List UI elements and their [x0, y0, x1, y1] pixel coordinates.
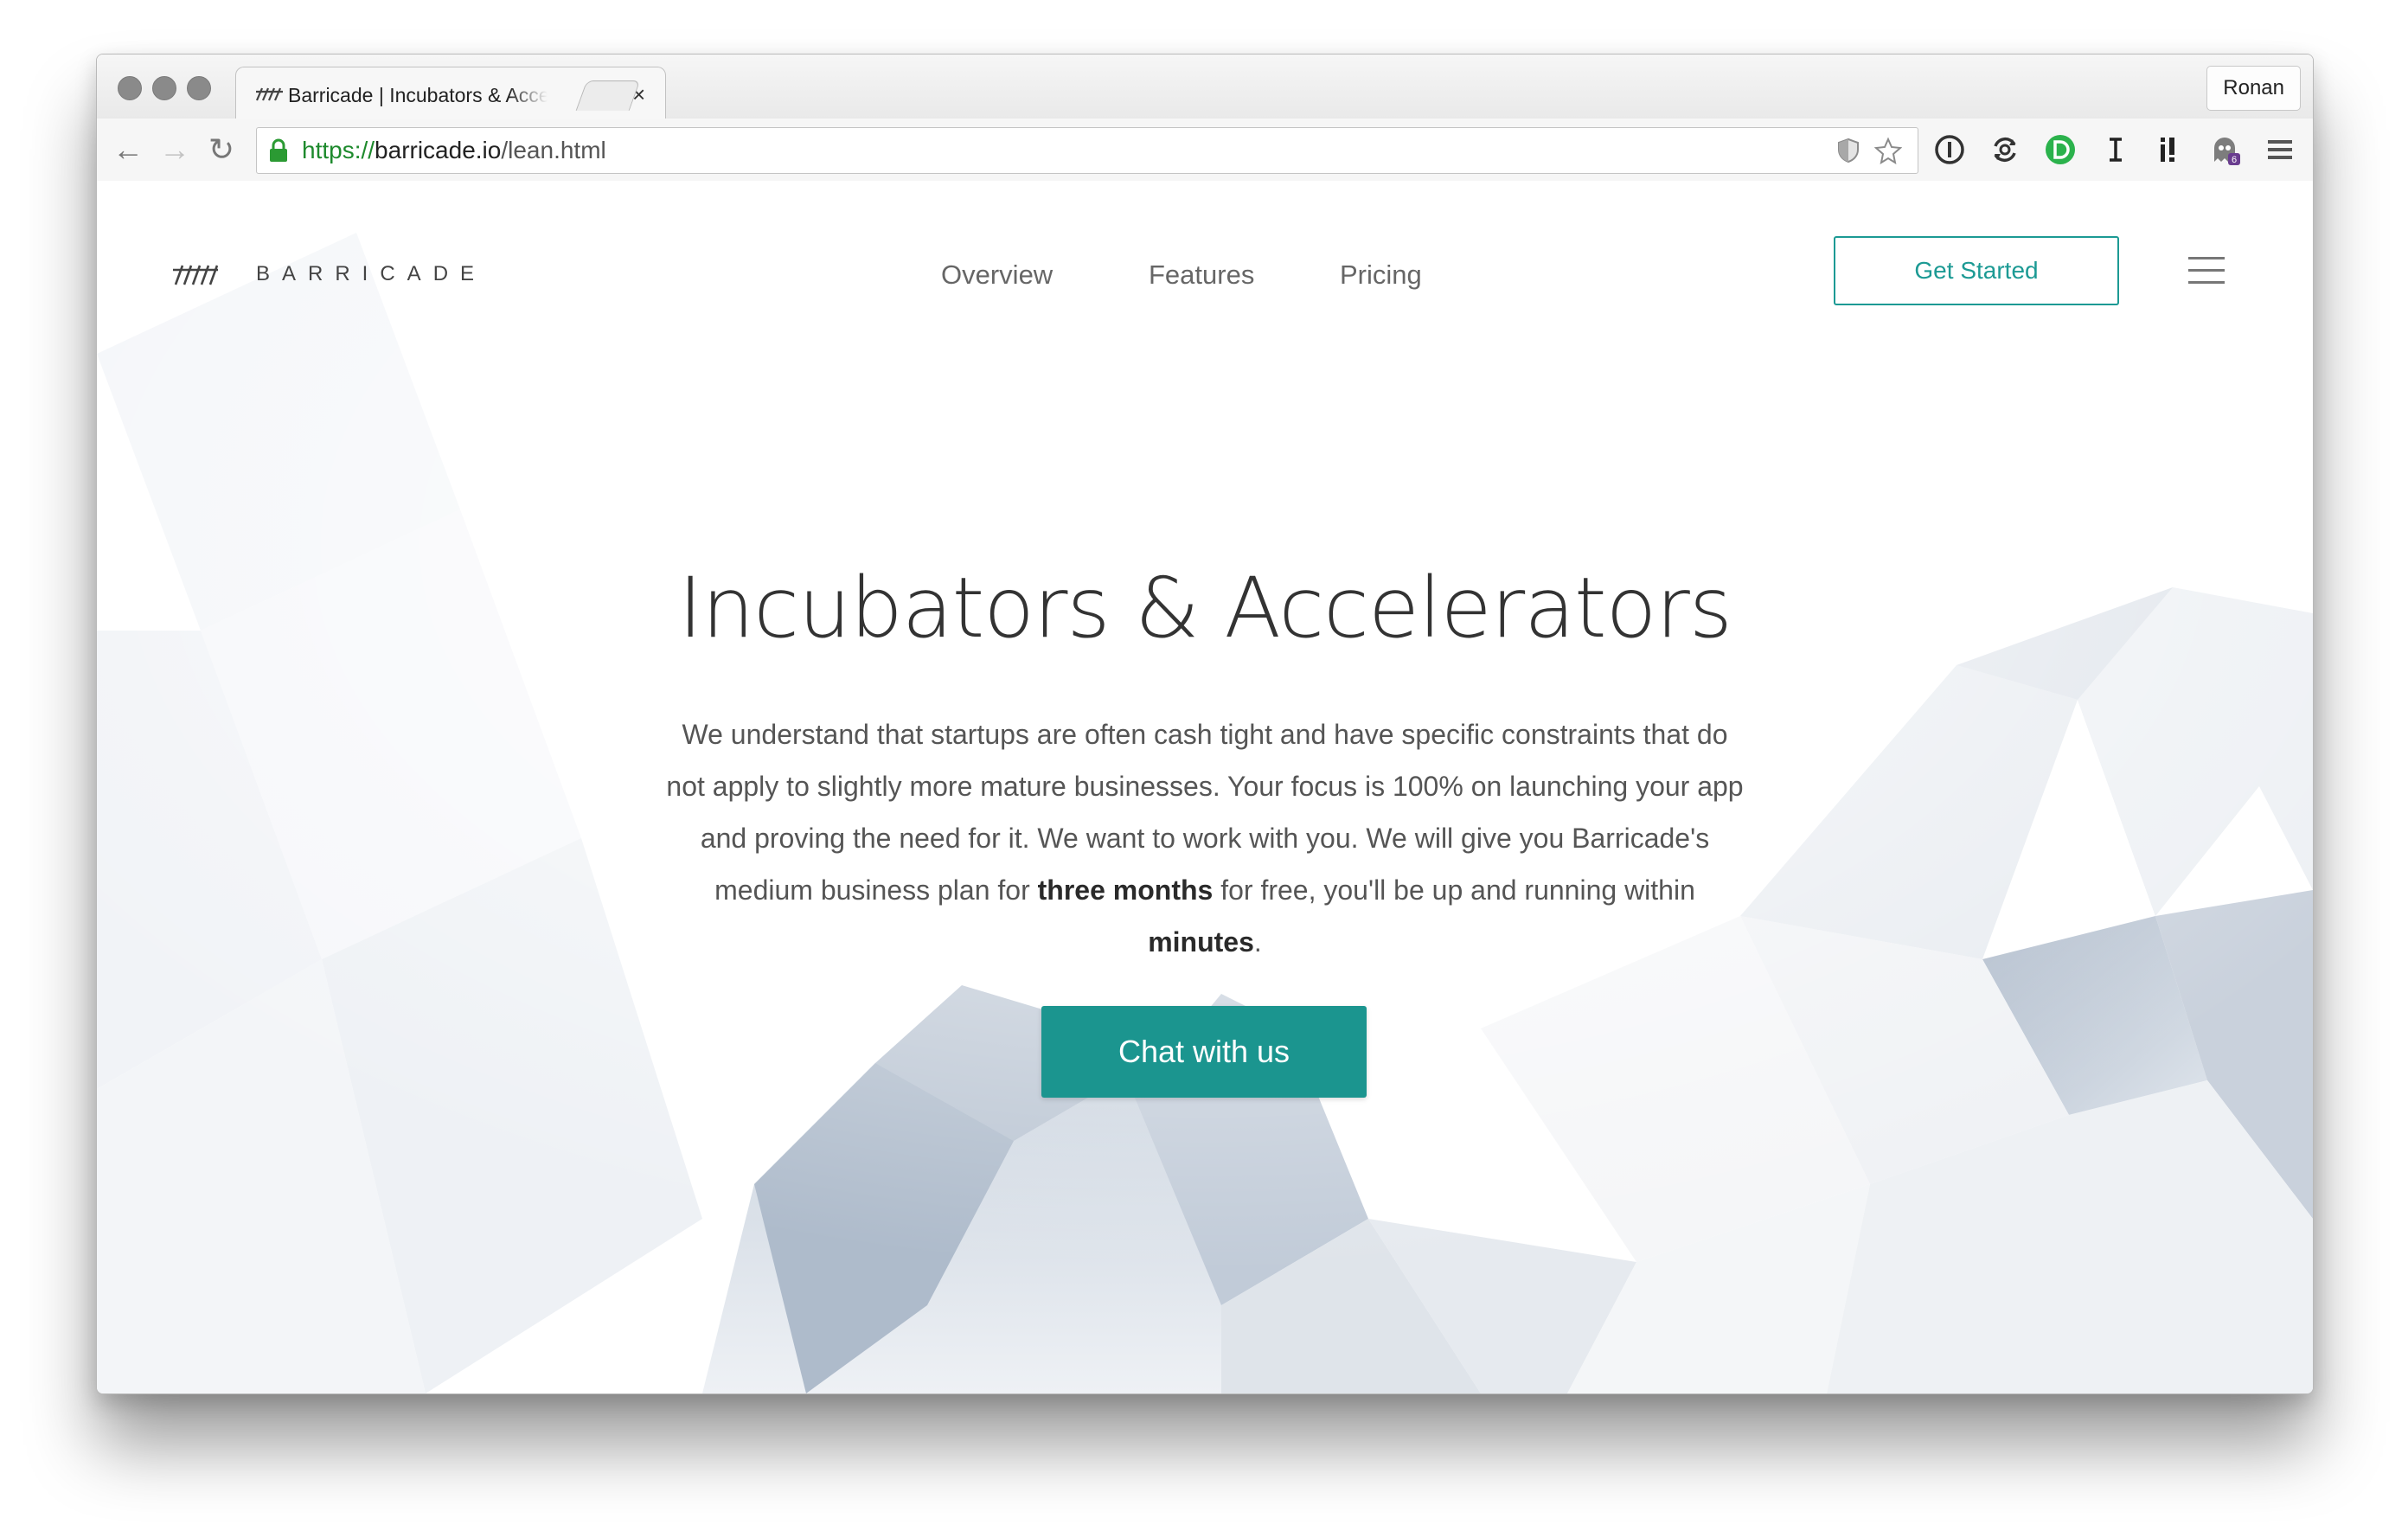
- d-icon[interactable]: [2043, 132, 2078, 167]
- hamburger-menu-icon[interactable]: [2188, 257, 2225, 286]
- new-tab-button[interactable]: [575, 80, 641, 111]
- chat-with-us-button[interactable]: Chat with us: [1041, 1006, 1367, 1098]
- browser-menu-icon[interactable]: [2263, 132, 2297, 167]
- hero-paragraph: We understand that startups are often ca…: [659, 708, 1751, 968]
- ib-icon[interactable]: [2152, 132, 2187, 167]
- url-scheme: https://: [302, 137, 375, 163]
- ghost-icon[interactable]: 6: [2207, 132, 2242, 167]
- hero-title: Incubators & Accelerators: [678, 560, 1732, 657]
- nav-features[interactable]: Features: [1149, 255, 1254, 295]
- address-bar[interactable]: https://barricade.io/lean.html: [256, 127, 1918, 174]
- onepassword-icon[interactable]: [1932, 132, 1967, 167]
- close-window-button[interactable]: [118, 76, 142, 100]
- minimize-window-button[interactable]: [152, 76, 176, 100]
- browser-window: Barricade | Incubators & Accelerators × …: [96, 54, 2314, 1394]
- url-host: barricade.io: [375, 137, 502, 163]
- browser-tab-strip: Barricade | Incubators & Accelerators × …: [97, 54, 2313, 121]
- brand-name: BARRICADE: [256, 262, 487, 285]
- barricade-logo[interactable]: BARRICADE: [173, 257, 486, 291]
- back-arrow-icon[interactable]: ←: [109, 131, 147, 169]
- zoom-window-button[interactable]: [187, 76, 211, 100]
- reload-icon[interactable]: ↻: [202, 131, 240, 169]
- browser-toolbar: ← → ↻ https://barricade.io/lean.html 6: [97, 119, 2313, 182]
- hero-text-part-3: .: [1253, 926, 1262, 958]
- shield-icon[interactable]: [1835, 137, 1862, 164]
- tab-title: Barricade | Incubators & Accelerators: [288, 84, 548, 106]
- barricade-mark-icon: [173, 265, 218, 285]
- url-path: /lean.html: [501, 137, 606, 163]
- star-icon[interactable]: [1874, 137, 1902, 164]
- get-started-button[interactable]: Get Started: [1834, 236, 2119, 305]
- web-page: BARRICADE Overview Features Pricing Get …: [97, 181, 2313, 1393]
- forward-arrow-icon[interactable]: →: [156, 131, 194, 169]
- barricade-favicon-icon: [255, 87, 283, 101]
- hero-emphasis-minutes: minutes: [1148, 926, 1254, 958]
- i-icon[interactable]: [2098, 132, 2133, 167]
- nav-pricing[interactable]: Pricing: [1340, 255, 1422, 295]
- hero-emphasis-three-months: three months: [1037, 874, 1214, 906]
- url-text: https://barricade.io/lean.html: [302, 128, 606, 173]
- ghost-badge: 6: [2232, 155, 2237, 165]
- profile-button[interactable]: Ronan: [2206, 66, 2301, 111]
- nav-overview[interactable]: Overview: [941, 255, 1053, 295]
- sync-icon[interactable]: [1988, 132, 2022, 167]
- lock-icon: [270, 138, 287, 162]
- hero-text-part-2: for free, you'll be up and running withi…: [1213, 874, 1695, 906]
